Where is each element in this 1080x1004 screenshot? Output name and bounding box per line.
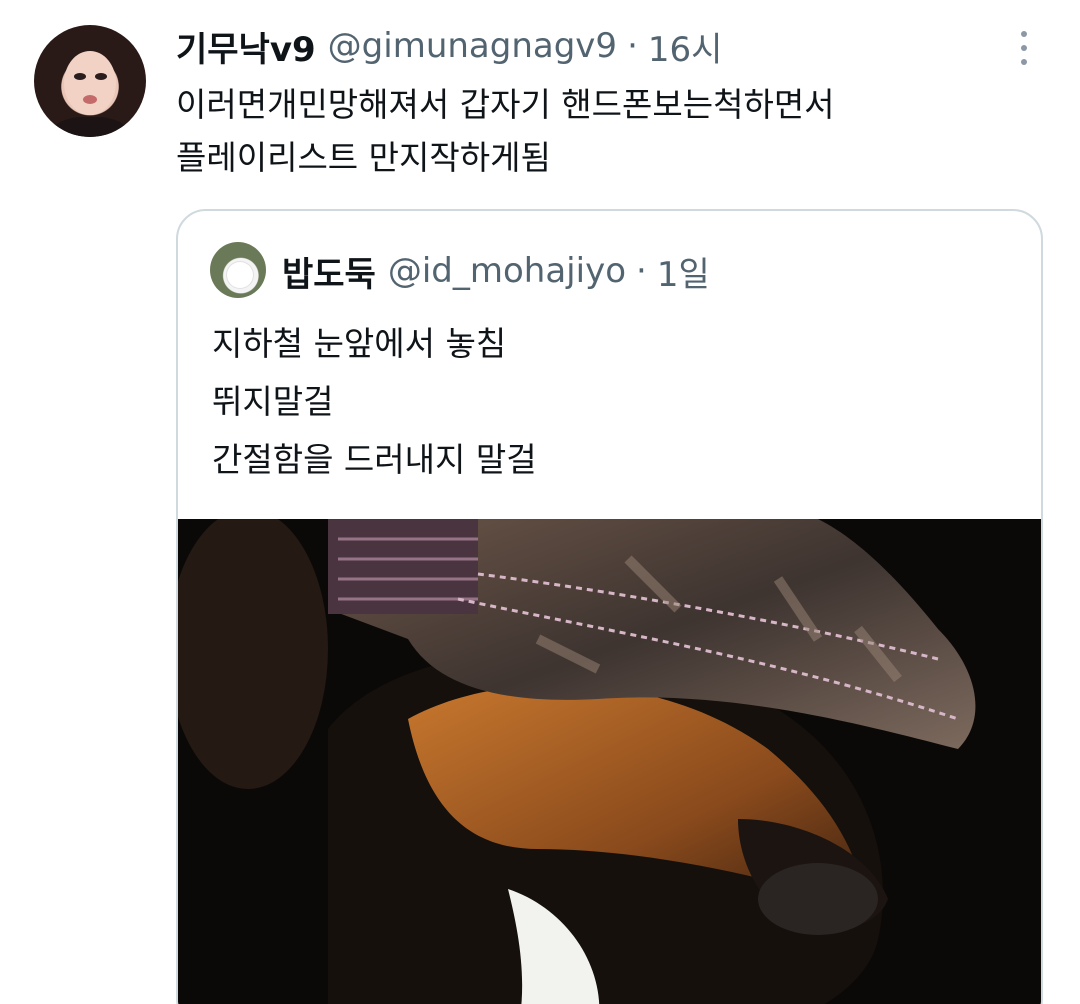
- dog-wearing-camo-cap-photo: [178, 519, 1041, 1004]
- user-avatar[interactable]: [34, 25, 146, 137]
- puppy-icon: [227, 262, 253, 288]
- more-options-icon[interactable]: [1006, 28, 1042, 68]
- quoted-user-avatar[interactable]: [210, 242, 266, 298]
- quoted-tweet-text: 지하철 눈앞에서 놓침 뛰지말걸 간절함을 드러내지 말걸: [212, 315, 537, 489]
- quoted-user-handle[interactable]: @id_mohajiyo: [388, 251, 626, 291]
- separator-dot: ·: [636, 251, 647, 291]
- tweet-text: 이러면개민망해져서 갑자기 핸드폰보는척하면서 플레이리스트 만지작하게됨: [176, 78, 1036, 184]
- quoted-tweet-header: 밥도둑 @id_mohajiyo · 1일: [282, 247, 710, 295]
- more-dot: [1021, 59, 1027, 65]
- quoted-text-line: 뛰지말걸: [212, 382, 334, 421]
- quoted-tweet-timestamp[interactable]: 1일: [657, 247, 710, 296]
- separator-dot: ·: [627, 26, 638, 66]
- quoted-display-name[interactable]: 밥도둑: [282, 247, 376, 296]
- more-dot: [1021, 31, 1027, 37]
- quoted-tweet-photo[interactable]: [178, 519, 1041, 1004]
- display-name[interactable]: 기무낙v9: [176, 22, 316, 71]
- avatar-eye: [95, 73, 107, 80]
- more-dot: [1021, 45, 1027, 51]
- tweet-timestamp[interactable]: 16시: [648, 22, 723, 71]
- quoted-tweet[interactable]: 밥도둑 @id_mohajiyo · 1일 지하철 눈앞에서 놓침 뛰지말걸 간…: [176, 209, 1043, 1004]
- tweet-text-line: 플레이리스트 만지작하게됨: [176, 138, 551, 177]
- user-handle[interactable]: @gimunagnagv9: [328, 26, 617, 66]
- quoted-text-line: 지하철 눈앞에서 놓침: [212, 324, 507, 363]
- avatar-lips: [83, 95, 97, 104]
- quoted-text-line: 간절함을 드러내지 말걸: [212, 440, 537, 479]
- avatar-shoulders: [52, 117, 128, 137]
- avatar-face: [64, 51, 116, 115]
- tweet[interactable]: 기무낙v9 @gimunagnagv9 · 16시 이러면개민망해져서 갑자기 …: [0, 0, 1080, 1004]
- tweet-header: 기무낙v9 @gimunagnagv9 · 16시: [176, 22, 722, 70]
- tweet-text-line: 이러면개민망해져서 갑자기 핸드폰보는척하면서: [176, 85, 835, 124]
- avatar-eye: [74, 73, 86, 80]
